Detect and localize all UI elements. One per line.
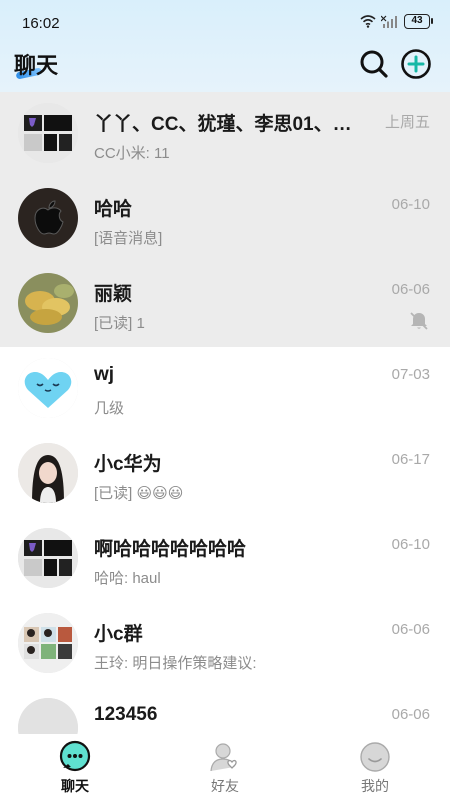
profile-icon: [360, 742, 390, 772]
chat-row[interactable]: 丽颖 06-06 [已读] 1: [0, 262, 450, 347]
avatar[interactable]: [18, 698, 78, 734]
chat-row[interactable]: 丫丫、CC、犹瑾、李思01、… 上周五 CC小米: 11: [0, 92, 450, 177]
chat-row[interactable]: 哈哈 06-10 [语音消息]: [0, 177, 450, 262]
chat-name: 小c华为: [94, 454, 162, 475]
chat-name: 啊哈哈哈哈哈哈哈: [94, 539, 247, 560]
avatar[interactable]: [18, 443, 78, 503]
chat-time: 07-03: [391, 366, 430, 383]
chat-bubble-icon: [59, 740, 91, 772]
chat-row[interactable]: 小c群 06-06 王玲: 明日操作策略建议:: [0, 602, 450, 687]
chat-time: 06-06: [391, 706, 430, 723]
tab-label: 聊天: [61, 778, 89, 794]
chat-row[interactable]: wj 07-03 几级: [0, 347, 450, 432]
chat-time: 06-06: [391, 621, 430, 638]
chat-name: 丫丫、CC、犹瑾、李思01、…: [94, 114, 352, 135]
avatar[interactable]: [18, 188, 78, 248]
page-title: 聊天: [14, 53, 59, 78]
status-time: 16:02: [22, 15, 60, 32]
chat-preview: CC小米: 11: [94, 145, 170, 162]
chat-preview: 哈哈: haul: [94, 570, 161, 587]
friends-icon: [210, 743, 237, 772]
chat-time: 06-17: [391, 451, 430, 468]
avatar[interactable]: [18, 613, 78, 673]
wifi-icon: [360, 15, 376, 28]
chat-name: 丽颖: [94, 284, 133, 305]
avatar[interactable]: [18, 358, 78, 418]
chat-row[interactable]: 小c华为 06-17 [已读] 😃😃😃: [0, 432, 450, 517]
chat-name: wj: [94, 364, 115, 385]
chat-list: 丫丫、CC、犹瑾、李思01、… 上周五 CC小米: 11 哈哈 06-10 [语音消息] 丽…: [0, 92, 450, 734]
tab-profile[interactable]: 我的: [300, 734, 450, 800]
chat-time: 06-10: [391, 196, 430, 213]
chat-row[interactable]: 123456 06-06: [0, 687, 450, 734]
plus-circle-icon[interactable]: [400, 48, 432, 80]
status-icons: 43: [360, 14, 433, 29]
chat-row[interactable]: 啊哈哈哈哈哈哈哈 06-10 哈哈: haul: [0, 517, 450, 602]
chat-name: 哈哈: [94, 199, 133, 220]
chat-name: 小c群: [94, 624, 143, 645]
mute-bell-icon: [408, 310, 430, 332]
chat-preview: [已读] 😃😃😃: [94, 485, 184, 502]
chat-time: 06-06: [391, 281, 430, 298]
chat-time: 上周五: [384, 114, 430, 131]
avatar[interactable]: [18, 528, 78, 588]
tab-friends[interactable]: 好友: [150, 734, 300, 800]
battery-level: 43: [411, 15, 423, 26]
tab-chat[interactable]: 聊天: [0, 734, 150, 800]
avatar[interactable]: [18, 273, 78, 333]
tab-label: 好友: [211, 778, 239, 794]
battery-icon: 43: [404, 14, 433, 29]
chat-preview: [已读] 1: [94, 315, 145, 332]
chat-preview: [语音消息]: [94, 230, 163, 247]
chat-time: 06-10: [391, 536, 430, 553]
chat-preview: 几级: [94, 400, 125, 417]
avatar[interactable]: [18, 103, 78, 163]
tab-label: 我的: [361, 778, 389, 794]
chat-name: 123456: [94, 704, 158, 725]
search-icon[interactable]: [358, 48, 390, 80]
chat-preview: 王玲: 明日操作策略建议:: [94, 655, 257, 672]
bottom-tab-bar: 聊天 好友 我的: [0, 734, 450, 800]
status-bar: 16:02 43: [0, 0, 450, 44]
signal-icon: [381, 15, 397, 28]
